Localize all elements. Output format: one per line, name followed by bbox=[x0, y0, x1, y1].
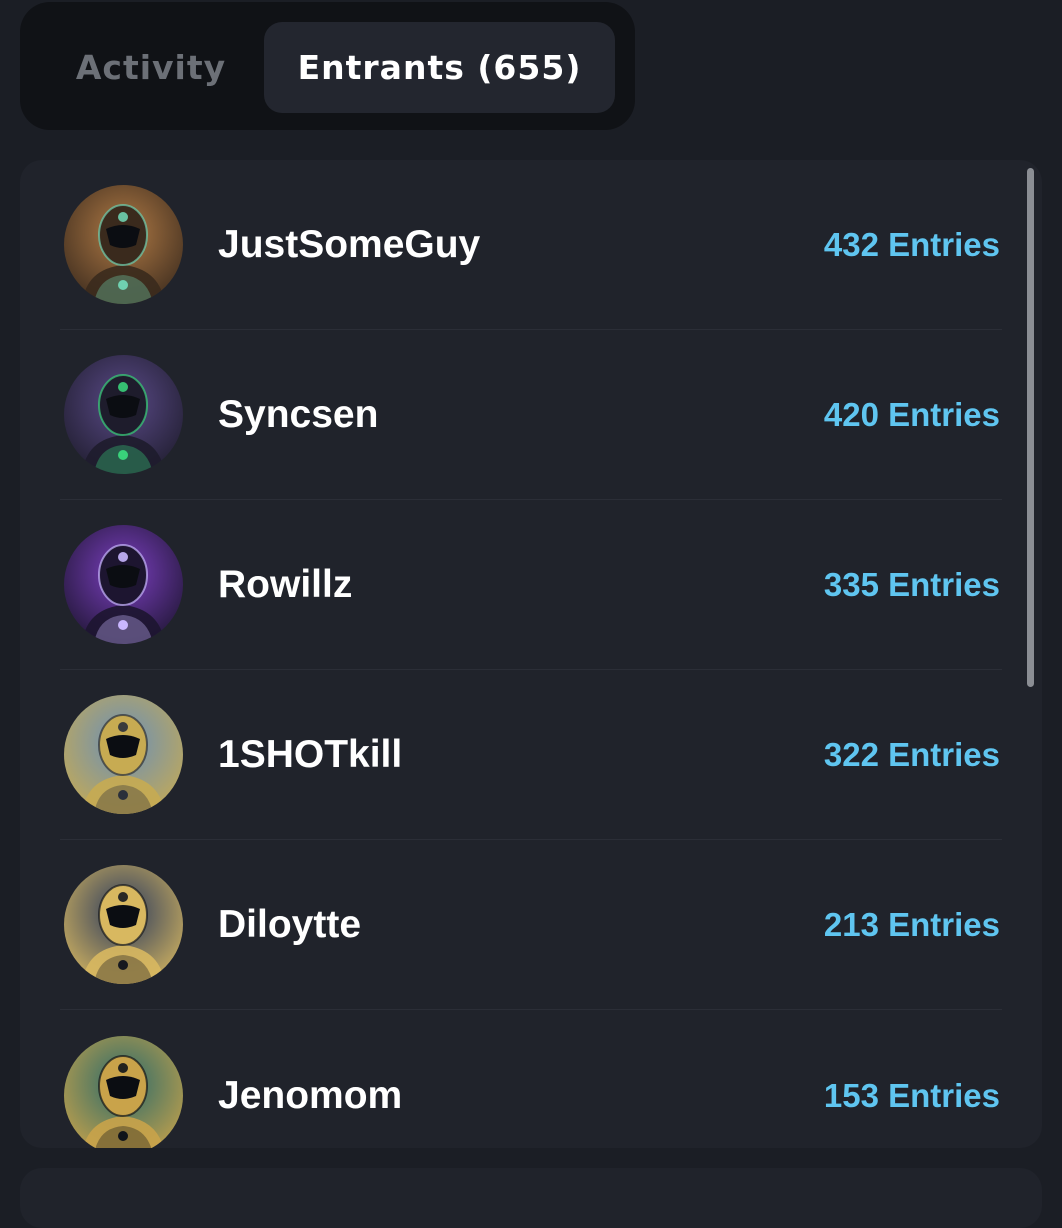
entrant-name: Jenomom bbox=[218, 1074, 403, 1117]
entrant-entries: 420 Entries bbox=[823, 396, 1000, 433]
entrant-row[interactable]: Syncsen 420 Entries bbox=[20, 330, 1042, 500]
entrant-entries: 335 Entries bbox=[823, 566, 1000, 603]
next-panel bbox=[20, 1168, 1042, 1228]
entrant-row[interactable]: Jenomom 153 Entries bbox=[20, 1011, 1042, 1148]
entrant-name: JustSomeGuy bbox=[218, 223, 481, 266]
avatar bbox=[64, 1036, 183, 1148]
tab-entrants[interactable]: Entrants (655) bbox=[264, 22, 615, 113]
entrant-name: Diloytte bbox=[218, 903, 362, 946]
entrant-name: Rowillz bbox=[218, 563, 353, 606]
avatar bbox=[64, 865, 183, 984]
avatar bbox=[64, 695, 183, 814]
entrant-entries: 153 Entries bbox=[823, 1077, 1000, 1114]
entrant-row[interactable]: Diloytte 213 Entries bbox=[20, 840, 1042, 1010]
entrants-list[interactable]: JustSomeGuy 432 Entries Syncsen 420 Entr… bbox=[20, 160, 1042, 1148]
entrant-name: 1SHOTkill bbox=[218, 733, 403, 776]
avatar bbox=[64, 185, 183, 304]
entrant-row[interactable]: Rowillz 335 Entries bbox=[20, 500, 1042, 670]
tab-bar: Activity Entrants (655) bbox=[20, 2, 635, 130]
entrant-entries: 213 Entries bbox=[823, 906, 1000, 943]
entrant-name: Syncsen bbox=[218, 393, 379, 436]
entrant-row[interactable]: JustSomeGuy 432 Entries bbox=[20, 160, 1042, 330]
tab-activity[interactable]: Activity bbox=[40, 22, 262, 113]
divider bbox=[60, 1009, 1002, 1010]
entrant-entries: 322 Entries bbox=[823, 736, 1000, 773]
scrollbar[interactable] bbox=[1027, 168, 1034, 687]
entrant-entries: 432 Entries bbox=[823, 226, 1000, 263]
avatar bbox=[64, 525, 183, 644]
avatar bbox=[64, 355, 183, 474]
entrant-row[interactable]: 1SHOTkill 322 Entries bbox=[20, 670, 1042, 840]
